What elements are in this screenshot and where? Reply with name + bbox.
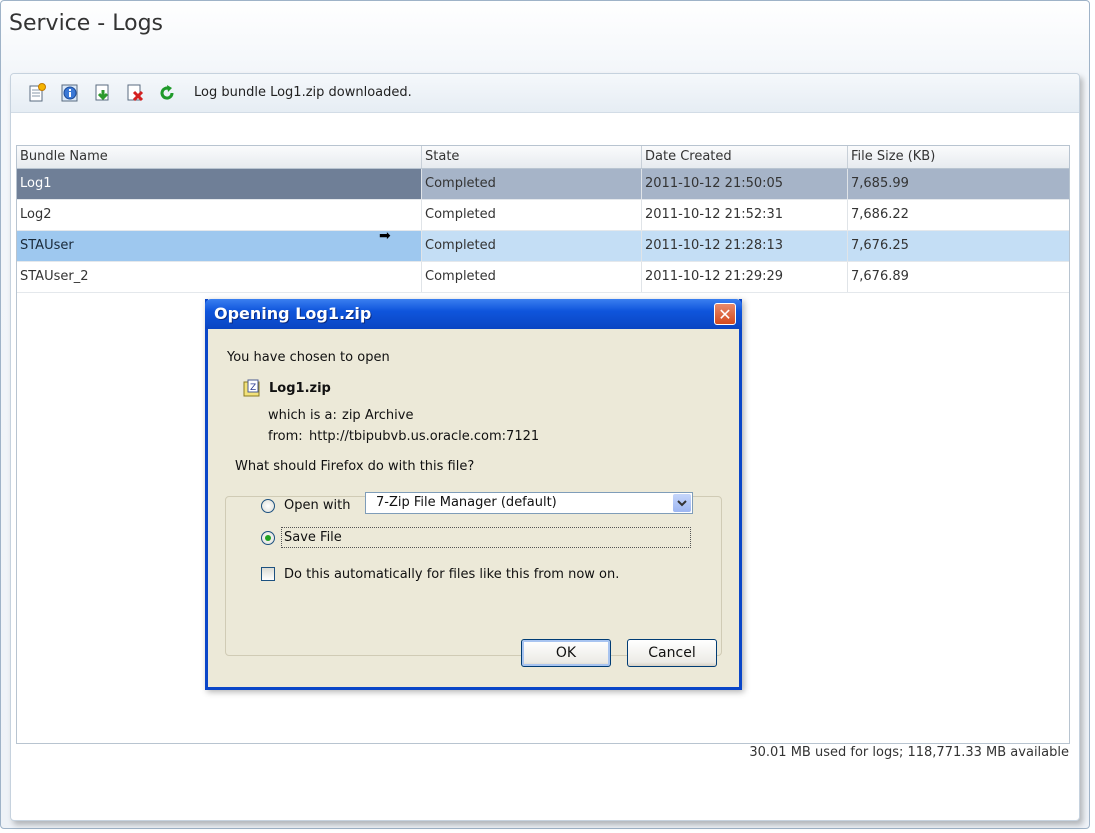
table-header: Bundle Name State Date Created File Size… xyxy=(17,146,1069,169)
dropdown-button[interactable] xyxy=(673,494,691,512)
mouse-cursor-icon: ➡ xyxy=(379,228,391,244)
close-icon: ✕ xyxy=(718,305,732,324)
status-message: Log bundle Log1.zip downloaded. xyxy=(194,85,412,100)
column-header-file-size[interactable]: File Size (KB) xyxy=(848,146,1069,168)
zip-file-icon: Z xyxy=(243,379,260,397)
chevron-down-icon xyxy=(677,500,687,507)
cancel-button[interactable]: Cancel xyxy=(627,639,717,667)
table-row[interactable]: Log2 Completed 2011-10-12 21:52:31 7,686… xyxy=(17,200,1069,231)
save-file-focus xyxy=(281,527,691,548)
table-row[interactable]: STAUser Completed 2011-10-12 21:28:13 7,… xyxy=(17,231,1069,262)
open-file-dialog: Opening Log1.zip ✕ You have chosen to op… xyxy=(205,299,742,690)
file-source-value: http://tbipubvb.us.oracle.com:7121 xyxy=(309,429,540,444)
date-cell: 2011-10-12 21:29:29 xyxy=(642,262,848,292)
table-row[interactable]: STAUser_2 Completed 2011-10-12 21:29:29 … xyxy=(17,262,1069,293)
new-log-icon[interactable] xyxy=(27,83,47,103)
auto-action-checkbox[interactable] xyxy=(261,567,275,581)
bundle-name-cell: Log2 xyxy=(17,200,422,230)
size-cell: 7,676.89 xyxy=(851,269,909,284)
column-header-state[interactable]: State xyxy=(422,146,642,168)
save-file-radio[interactable] xyxy=(261,531,275,545)
svg-text:Z: Z xyxy=(250,383,256,393)
dialog-body: You have chosen to open Z Log1.zip which… xyxy=(208,329,739,687)
page-title: Service - Logs xyxy=(9,11,163,36)
storage-summary: 30.01 MB used for logs; 118,771.33 MB av… xyxy=(749,745,1069,760)
file-type-label: which is a: xyxy=(268,408,337,423)
delete-icon[interactable] xyxy=(125,83,145,103)
bundle-name-cell: Log1 xyxy=(17,169,422,199)
open-with-label[interactable]: Open with xyxy=(284,498,350,513)
size-cell: 7,686.22 xyxy=(851,207,909,222)
table-row[interactable]: Log1 Completed 2011-10-12 21:50:05 7,685… xyxy=(17,169,1069,200)
date-cell: 2011-10-12 21:50:05 xyxy=(642,169,848,199)
action-group-label: What should Firefox do with this file? xyxy=(232,459,478,474)
dialog-intro: You have chosen to open xyxy=(227,350,390,365)
ok-button[interactable]: OK xyxy=(521,639,611,667)
size-cell: 7,685.99 xyxy=(848,169,1069,199)
close-button[interactable]: ✕ xyxy=(714,303,736,325)
date-cell: 2011-10-12 21:28:13 xyxy=(642,231,848,261)
save-file-label[interactable]: Save File xyxy=(284,530,342,545)
open-with-radio[interactable] xyxy=(261,499,275,513)
date-cell: 2011-10-12 21:52:31 xyxy=(642,200,848,230)
refresh-icon[interactable] xyxy=(157,83,177,103)
dialog-file-name: Log1.zip xyxy=(269,381,331,396)
state-cell: Completed xyxy=(422,200,642,230)
column-header-bundle-name[interactable]: Bundle Name xyxy=(17,146,422,168)
file-type-value: zip Archive xyxy=(342,408,414,423)
state-cell: Completed xyxy=(422,231,642,261)
size-cell: 7,676.25 xyxy=(848,231,1069,261)
download-icon[interactable] xyxy=(93,83,113,103)
bundle-name-cell: STAUser_2 xyxy=(17,262,422,292)
state-cell: Completed xyxy=(422,169,642,199)
dialog-title: Opening Log1.zip xyxy=(214,304,372,323)
auto-action-label[interactable]: Do this automatically for files like thi… xyxy=(284,567,619,582)
open-with-select-value: 7-Zip File Manager (default) xyxy=(376,495,557,510)
bundle-name-cell: STAUser xyxy=(17,231,422,261)
dialog-titlebar[interactable]: Opening Log1.zip ✕ xyxy=(205,299,742,329)
toolbar: Log bundle Log1.zip downloaded. xyxy=(11,74,1079,113)
file-source-label: from: xyxy=(268,429,303,444)
state-cell: Completed xyxy=(422,262,642,292)
column-header-date-created[interactable]: Date Created xyxy=(642,146,848,168)
open-with-select[interactable]: 7-Zip File Manager (default) xyxy=(365,492,693,514)
info-icon[interactable] xyxy=(60,83,80,103)
